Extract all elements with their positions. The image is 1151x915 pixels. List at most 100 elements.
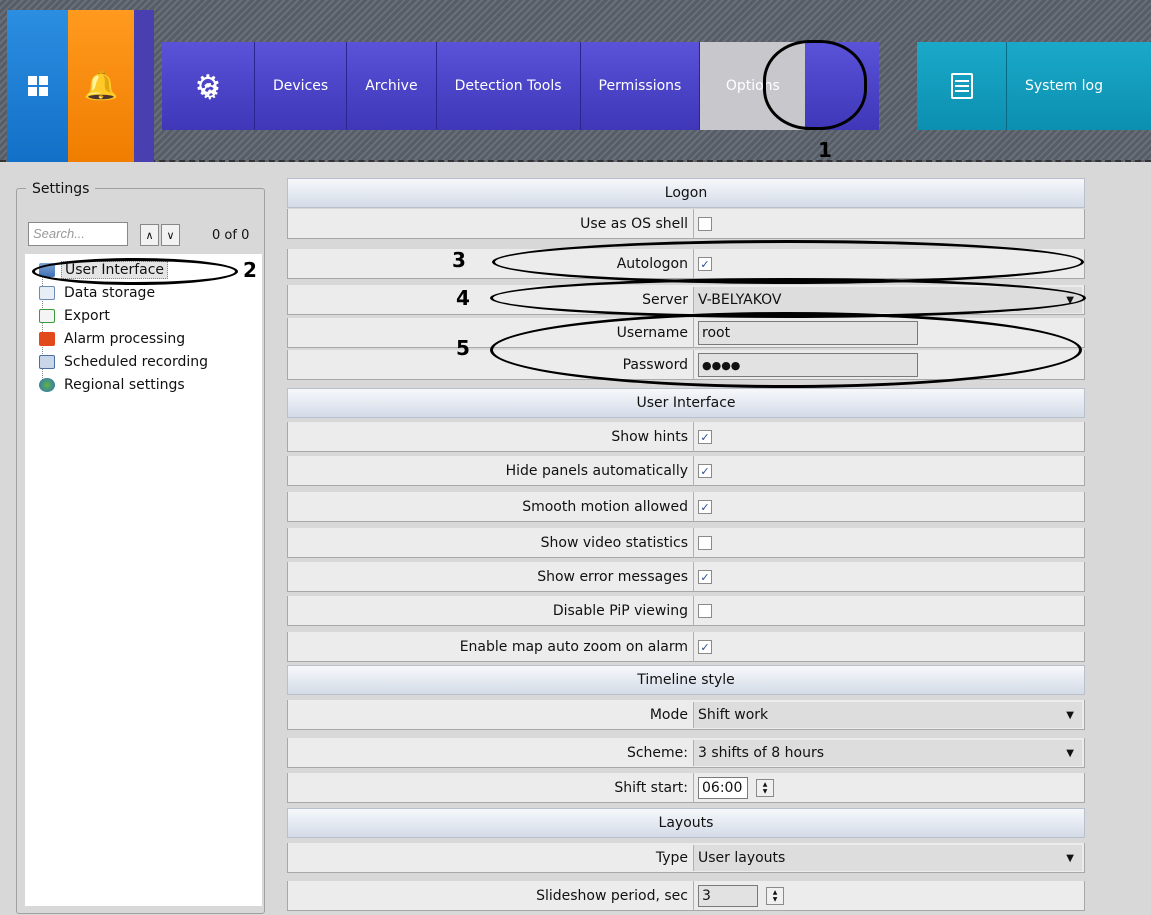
tree-item-scheduled-recording[interactable]: Scheduled recording [39, 352, 211, 372]
nav-permissions[interactable]: Permissions [579, 42, 700, 130]
row-autologon: Autologon ✓ [287, 249, 1085, 279]
row-label: Disable PiP viewing [552, 603, 688, 619]
show-hints-checkbox[interactable]: ✓ [698, 430, 712, 444]
windows-icon [27, 76, 48, 96]
shift-start-field[interactable]: 06:00 [698, 777, 748, 799]
windows-tile[interactable] [7, 10, 68, 162]
nav-detection-tools[interactable]: Detection Tools [435, 42, 580, 130]
row-show-errors: Show error messages ✓ [287, 562, 1085, 592]
checklist-icon [950, 73, 973, 99]
row-label: Enable map auto zoom on alarm [459, 639, 688, 655]
row-label: Server [642, 292, 688, 308]
tree-item-regional-settings[interactable]: Regional settings [39, 375, 188, 395]
search-down-button[interactable]: ∨ [161, 224, 180, 246]
show-errors-checkbox[interactable]: ✓ [698, 570, 712, 584]
server-value: V-BELYAKOV [698, 292, 782, 308]
alarm-tile[interactable]: 🔔 [68, 10, 134, 162]
nav-options[interactable]: Options [699, 42, 806, 130]
spinner-arrows-icon[interactable]: ▲ ▼ [766, 887, 784, 905]
row-slideshow: Slideshow period, sec 3 ▲ ▼ [287, 881, 1085, 911]
smooth-motion-checkbox[interactable]: ✓ [698, 500, 712, 514]
row-server: Server V-BELYAKOV ▼ [287, 285, 1085, 315]
top-toolbar: 🔔 ⚙ ⚙ Devices Archive Detection Tools Per… [0, 0, 1151, 162]
row-show-video-stats: Show video statistics [287, 528, 1085, 558]
row-hide-panels: Hide panels automatically ✓ [287, 456, 1085, 486]
shift-start-spinner[interactable]: 06:00 ▲ ▼ [698, 777, 774, 799]
row-label: Show hints [611, 429, 688, 445]
hide-panels-checkbox[interactable]: ✓ [698, 464, 712, 478]
row-value: root [693, 318, 1084, 348]
bell-icon: 🔔 [83, 69, 119, 102]
mode-select[interactable]: Shift work ▼ [693, 702, 1082, 728]
type-select[interactable]: User layouts ▼ [693, 845, 1082, 871]
annotation-3: 3 [452, 248, 466, 272]
annotation-5: 5 [456, 336, 470, 360]
row-value: ✓ [693, 456, 1084, 486]
scheme-select[interactable]: 3 shifts of 8 hours ▼ [693, 740, 1082, 766]
row-label: Show error messages [537, 569, 688, 585]
row-label: Use as OS shell [580, 216, 688, 232]
property-grid: Logon Use as OS shell Autologon ✓ Server… [287, 178, 1085, 915]
section-user-interface: User Interface [287, 388, 1085, 418]
settings-tree: User Interface Data storage Export Alarm… [25, 254, 262, 906]
nav-system-log[interactable]: System log [1007, 42, 1121, 130]
row-value [693, 596, 1084, 626]
tree-item-label: Alarm processing [64, 331, 186, 347]
schedule-icon [39, 355, 55, 369]
row-smooth-motion: Smooth motion allowed ✓ [287, 492, 1085, 522]
slideshow-field[interactable]: 3 [698, 885, 758, 907]
row-label: Slideshow period, sec [536, 888, 688, 904]
map-zoom-checkbox[interactable]: ✓ [698, 640, 712, 654]
row-label: Mode [649, 707, 688, 723]
slideshow-spinner[interactable]: 3 ▲ ▼ [698, 885, 784, 907]
tree-item-label: Regional settings [64, 377, 185, 393]
show-video-stats-checkbox[interactable] [698, 536, 712, 550]
row-mode: Mode Shift work ▼ [287, 700, 1085, 730]
server-select[interactable]: V-BELYAKOV ▼ [693, 287, 1082, 313]
chevron-down-icon: ▼ [1066, 294, 1074, 306]
password-field[interactable]: ●●●● [698, 353, 918, 377]
nav-archive[interactable]: Archive [346, 42, 435, 130]
row-label: Password [622, 357, 688, 373]
tree-item-export[interactable]: Export [39, 306, 113, 326]
chevron-down-icon: ▼ [1066, 709, 1074, 721]
disable-pip-checkbox[interactable] [698, 604, 712, 618]
mode-value: Shift work [698, 707, 769, 723]
row-disable-pip: Disable PiP viewing [287, 596, 1085, 626]
row-map-zoom: Enable map auto zoom on alarm ✓ [287, 632, 1085, 662]
autologon-checkbox[interactable]: ✓ [698, 257, 712, 271]
globe-icon [39, 378, 55, 392]
row-label: Hide panels automatically [505, 463, 688, 479]
alarm-icon [39, 332, 55, 346]
search-input[interactable]: Search... [28, 222, 128, 246]
row-value [693, 528, 1084, 558]
gears-icon[interactable]: ⚙ ⚙ [162, 42, 254, 130]
log-button[interactable] [917, 42, 1007, 130]
row-value [693, 209, 1084, 239]
username-field[interactable]: root [698, 321, 918, 345]
row-label: Username [616, 325, 688, 341]
row-value: ✓ [693, 249, 1084, 279]
annotation-4: 4 [456, 286, 470, 310]
row-value: 3 ▲ ▼ [693, 881, 1084, 911]
settings-legend: Settings [26, 181, 96, 197]
row-label: Scheme: [626, 745, 688, 761]
row-value: ✓ [693, 492, 1084, 522]
search-up-button[interactable]: ∧ [140, 224, 159, 246]
spinner-arrows-icon[interactable]: ▲ ▼ [756, 779, 774, 797]
system-log-group: System log [917, 42, 1151, 130]
row-password: Password ●●●● [287, 350, 1085, 380]
nav-devices[interactable]: Devices [254, 42, 346, 130]
scheme-value: 3 shifts of 8 hours [698, 745, 824, 761]
row-scheme: Scheme: 3 shifts of 8 hours ▼ [287, 738, 1085, 768]
tree-item-user-interface[interactable]: User Interface [39, 260, 169, 280]
row-label: Autologon [616, 256, 688, 272]
row-label: Shift start: [614, 780, 688, 796]
row-use-os-shell: Use as OS shell [287, 209, 1085, 239]
tree-item-alarm-processing[interactable]: Alarm processing [39, 329, 188, 349]
row-label: Smooth motion allowed [522, 499, 688, 515]
use-os-shell-checkbox[interactable] [698, 217, 712, 231]
type-value: User layouts [698, 850, 786, 866]
row-username: Username root [287, 318, 1085, 348]
tree-item-data-storage[interactable]: Data storage [39, 283, 158, 303]
